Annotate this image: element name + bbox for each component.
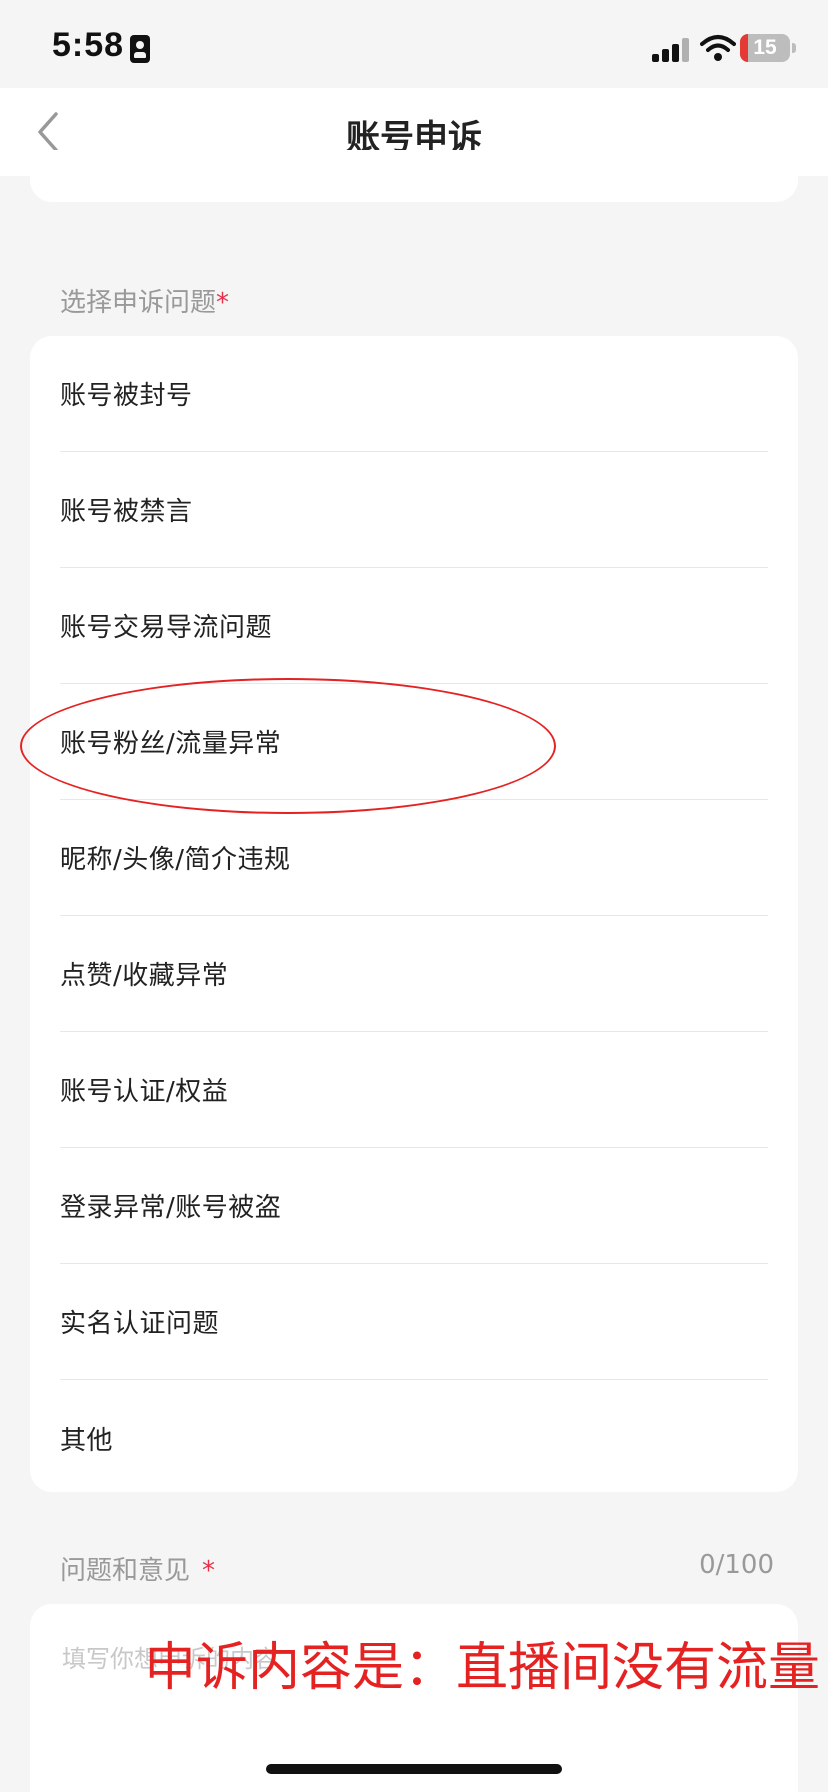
required-mark: * bbox=[216, 288, 230, 318]
issue-option-label: 账号被封号 bbox=[60, 381, 193, 411]
required-mark: * bbox=[202, 1556, 216, 1586]
issue-option[interactable]: 账号被禁言 bbox=[60, 452, 768, 568]
status-bar: 5:58 15 bbox=[0, 0, 828, 88]
issue-options-list: 账号被封号账号被禁言账号交易导流问题 账号粉丝/流量异常 昵称/头像/简介违规 点赞/… bbox=[30, 336, 798, 1492]
issue-option-label: 昵称/头像/简介违规 bbox=[60, 845, 291, 875]
issue-option[interactable]: 昵称/头像/简介违规 bbox=[60, 800, 768, 916]
issue-option-label: 账号粉丝/流量异常 bbox=[60, 729, 282, 759]
feedback-section-label-text: 问题和意见 bbox=[60, 1556, 191, 1586]
issue-option[interactable]: 登录异常/账号被盗 bbox=[60, 1148, 768, 1264]
previous-card bbox=[30, 150, 798, 202]
issue-option[interactable]: 账号粉丝/流量异常 bbox=[60, 684, 768, 800]
issue-option[interactable]: 实名认证问题 bbox=[60, 1264, 768, 1380]
issue-option-label: 登录异常/账号被盗 bbox=[60, 1193, 282, 1223]
home-indicator[interactable] bbox=[266, 1764, 562, 1774]
issue-option[interactable]: 账号认证/权益 bbox=[60, 1032, 768, 1148]
battery-icon: 15 bbox=[740, 34, 790, 62]
cellular-signal-icon bbox=[652, 38, 690, 62]
wifi-icon bbox=[700, 35, 736, 61]
issue-option[interactable]: 账号交易导流问题 bbox=[60, 568, 768, 684]
issue-section-label-text: 选择申诉问题 bbox=[60, 288, 217, 318]
issue-section-label: 选择申诉问题* bbox=[60, 282, 229, 319]
screen: 5:58 15 账号申诉 选择申诉问题* 账号被封号 账号被禁言 账号交易导流问… bbox=[0, 0, 828, 1792]
issue-option-label: 账号被禁言 bbox=[60, 497, 193, 527]
issue-option-label: 账号交易导流问题 bbox=[60, 613, 273, 643]
issue-option[interactable]: 点赞/收藏异常 bbox=[60, 916, 768, 1032]
feedback-input[interactable] bbox=[60, 1628, 764, 1690]
battery-cap bbox=[792, 43, 796, 53]
feedback-section-label: 问题和意见 * bbox=[60, 1550, 215, 1587]
issue-option-label: 其他 bbox=[60, 1425, 114, 1456]
issue-option-label: 点赞/收藏异常 bbox=[60, 961, 229, 991]
char-counter: 0/100 bbox=[699, 1550, 774, 1580]
issue-option[interactable]: 账号被封号 bbox=[60, 336, 768, 452]
issue-option-label: 账号认证/权益 bbox=[60, 1077, 229, 1107]
id-card-icon bbox=[130, 35, 150, 63]
status-time: 5:58 bbox=[52, 26, 125, 64]
issue-option[interactable]: 其他 bbox=[60, 1380, 768, 1496]
issue-option-label: 实名认证问题 bbox=[60, 1309, 220, 1339]
battery-level: 15 bbox=[753, 36, 777, 59]
